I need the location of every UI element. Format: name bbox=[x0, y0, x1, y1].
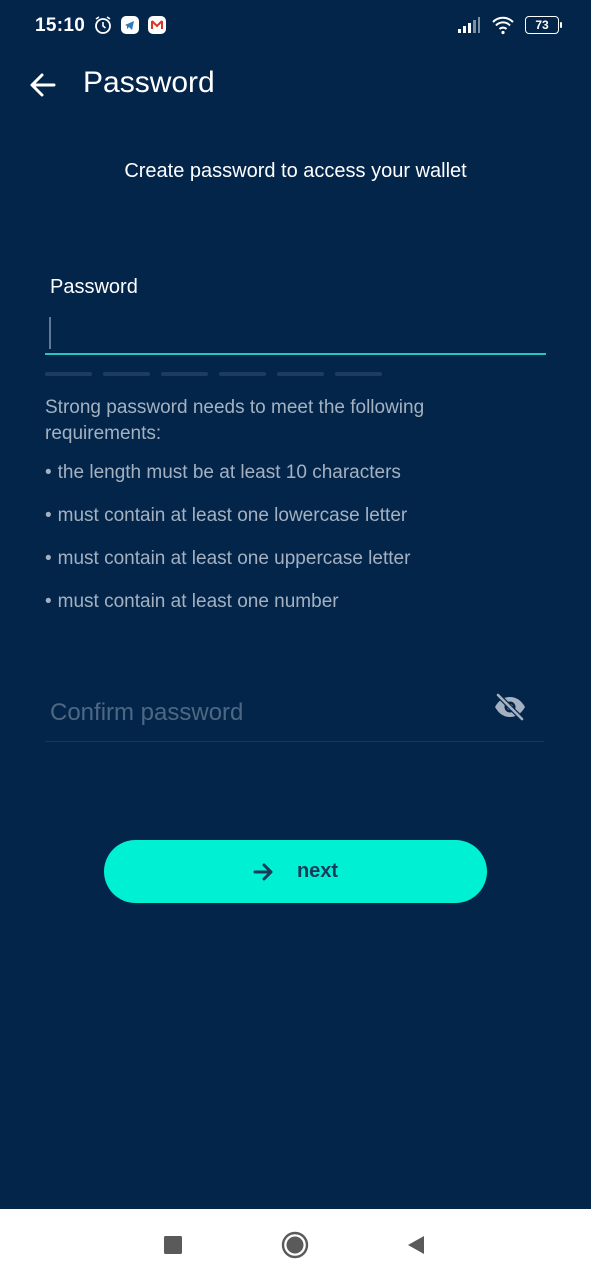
subtitle: Create password to access your wallet bbox=[124, 160, 467, 182]
back-button[interactable] bbox=[26, 68, 60, 102]
bullet: • bbox=[45, 505, 52, 526]
requirement-text: must contain at least one number bbox=[57, 591, 339, 612]
requirements-intro: Strong password needs to meet the follow… bbox=[45, 397, 425, 444]
requirement-item: • must contain at least one uppercase let… bbox=[45, 548, 410, 570]
next-button-label: next bbox=[296, 860, 339, 882]
password-input[interactable] bbox=[45, 312, 546, 355]
recents-button[interactable] bbox=[155, 1227, 191, 1263]
system-nav-bar bbox=[0, 1209, 591, 1280]
strength-segment bbox=[161, 372, 208, 376]
next-button[interactable]: next bbox=[104, 840, 487, 903]
requirement-text: must contain at least one lowercase lett… bbox=[57, 505, 408, 526]
requirement-item: • must contain at least one number bbox=[45, 591, 339, 613]
battery-icon: 73 bbox=[525, 16, 562, 34]
back-icon bbox=[408, 1236, 424, 1254]
eye-off-icon bbox=[495, 693, 525, 721]
wifi-icon bbox=[491, 15, 515, 35]
status-icons-right: 73 bbox=[457, 15, 562, 35]
strength-segment bbox=[277, 372, 324, 376]
strength-segment bbox=[335, 372, 382, 376]
strength-segment bbox=[103, 372, 150, 376]
nav-back-button[interactable] bbox=[398, 1227, 434, 1263]
requirement-text: the length must be at least 10 character… bbox=[57, 462, 401, 483]
strength-segment bbox=[45, 372, 92, 376]
bullet: • bbox=[45, 591, 52, 612]
bullet: • bbox=[45, 548, 52, 569]
requirement-item: • the length must be at least 10 characte… bbox=[45, 462, 401, 484]
recents-icon bbox=[164, 1236, 182, 1254]
requirement-text: must contain at least one uppercase lett… bbox=[57, 548, 411, 569]
confirm-password-placeholder: Confirm password bbox=[50, 699, 244, 726]
bullet: • bbox=[45, 462, 52, 483]
confirm-password-field[interactable]: Confirm password bbox=[45, 690, 544, 742]
home-icon bbox=[281, 1231, 309, 1259]
password-strength-meter bbox=[45, 372, 382, 376]
status-bar: 15:10 73 bbox=[0, 0, 591, 54]
home-button[interactable] bbox=[277, 1227, 313, 1263]
text-caret bbox=[49, 317, 51, 349]
status-time: 15:10 bbox=[35, 15, 86, 36]
arrow-left-icon bbox=[30, 73, 56, 97]
password-label: Password bbox=[50, 276, 138, 298]
status-icons-left bbox=[93, 15, 167, 35]
telegram-icon bbox=[120, 15, 140, 35]
visibility-toggle-button[interactable] bbox=[492, 690, 528, 724]
signal-icon bbox=[457, 15, 481, 35]
alarm-icon bbox=[93, 15, 113, 35]
gmail-icon bbox=[147, 15, 167, 35]
arrow-right-icon bbox=[253, 863, 273, 880]
page-title: Password bbox=[83, 66, 215, 99]
requirement-item: • must contain at least one lowercase let… bbox=[45, 505, 407, 527]
strength-segment bbox=[219, 372, 266, 376]
